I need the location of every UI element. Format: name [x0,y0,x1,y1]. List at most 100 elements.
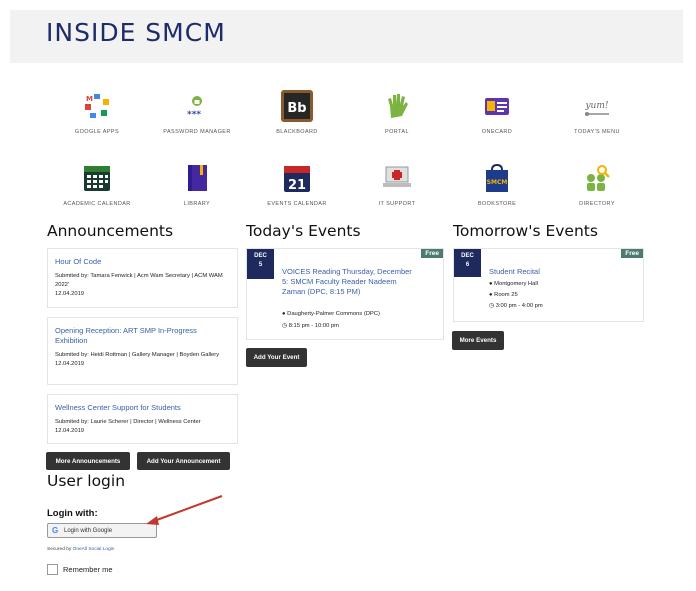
event-location-text: Daugherty-Palmer Commons (DPC) [287,311,380,317]
blackboard-icon: Bb [281,90,313,122]
svg-text:21: 21 [288,178,306,193]
announcement-meta: Submited by: Heidi Rottman | Gallery Man… [55,352,220,358]
event-time: ◷ 8:15 pm - 10:00 pm [282,323,339,329]
remember-me-row: Remember me [47,564,113,575]
svg-text:Bb: Bb [287,101,306,116]
event-month: DEC [461,253,474,259]
announcement-title-link[interactable]: Hour Of Code [55,257,230,267]
announcement-card: Wellness Center Support for Students Sub… [47,394,238,444]
app-onecard[interactable]: ONECARD [447,90,547,137]
library-book-icon [181,162,213,194]
announcement-date: 12.04.2019 [55,361,85,367]
directory-icon [581,162,613,194]
location-pin-icon: ● [489,281,493,287]
google-apps-icon: M [81,90,113,122]
announcement-date: 12.04.2019 [55,291,85,297]
event-month: DEC [254,253,267,259]
announcements-heading: Announcements [47,222,174,240]
announcement-card: Opening Reception: ART SMP In-Progress E… [47,317,238,385]
app-portal[interactable]: PORTAL [347,90,447,137]
announcement-title-link[interactable]: Opening Reception: ART SMP In-Progress E… [55,326,230,346]
event-time-text: 3:00 pm - 4:00 pm [495,303,543,309]
app-label: GOOGLE APPS [74,129,120,135]
login-with-label: Login with: [47,508,98,519]
location-pin-icon: ● [489,292,493,298]
portal-hand-icon [381,90,413,122]
app-blackboard[interactable]: Bb BLACKBOARD [247,90,347,137]
add-announcement-button[interactable]: Add Your Announcement [137,452,230,470]
remember-me-label: Remember me [63,565,113,574]
app-bookstore[interactable]: SMCM BOOKSTORE [447,162,547,209]
event-date-badge: DEC 6 [454,249,481,277]
clock-icon: ◷ [282,323,288,329]
app-label: TODAY'S MENU [574,129,620,135]
app-password-manager[interactable]: *** PASSWORD MANAGER [147,90,247,137]
user-login-heading: User login [47,472,126,490]
app-label: PASSWORD MANAGER [163,129,231,135]
app-library[interactable]: LIBRARY [147,162,247,209]
event-time: ◷ 3:00 pm - 4:00 pm [489,303,543,309]
bookstore-icon: SMCM [481,162,513,194]
app-events-calendar[interactable]: 21 EVENTS CALENDAR [247,162,347,209]
app-label: LIBRARY [183,201,211,207]
clock-icon: ◷ [489,303,495,309]
google-button-label: Login with Google [64,527,113,534]
add-event-button[interactable]: Add Your Event [246,348,307,367]
event-room-text: Room 25 [494,292,518,298]
onecard-icon [481,90,513,122]
announcement-title-link[interactable]: Wellness Center Support for Students [55,403,230,413]
app-directory[interactable]: DIRECTORY [547,162,647,209]
app-label: IT SUPPORT [378,201,416,207]
today-event-card: DEC 5 Free VOICES Reading Thursday, Dece… [246,248,444,340]
app-label: BLACKBOARD [276,129,318,135]
tomorrow-event-card: DEC 6 Free Student Recital ● Montgomery … [453,248,644,322]
svg-text:M: M [86,95,93,103]
password-manager-icon: *** [181,90,213,122]
location-pin-icon: ● [282,311,286,317]
more-announcements-button[interactable]: More Announcements [46,452,130,470]
app-label: DIRECTORY [579,201,615,207]
secured-prefix: Secured by [47,547,72,552]
app-google-apps[interactable]: M GOOGLE APPS [47,90,147,137]
announcement-date: 12.04.2019 [55,428,85,434]
google-g-icon: G [52,526,59,535]
remember-me-checkbox[interactable] [47,564,58,575]
site-title[interactable]: INSIDE SMCM [46,18,226,47]
it-support-icon [381,162,413,194]
secured-by-text: Secured by OneAll Social Login [47,547,114,552]
event-day: 6 [465,262,470,268]
announcement-card: Hour Of Code Submited by: Tamara Fenwick… [47,248,238,308]
app-label: EVENTS CALENDAR [267,201,327,207]
announcement-meta: Submited by: Tamara Fenwick | Acm Wam Se… [55,273,223,288]
app-label: ONECARD [481,129,513,135]
announcement-meta: Submited by: Laurie Scherer | Director |… [55,419,201,425]
event-title-link[interactable]: VOICES Reading Thursday, December 5: SMC… [282,267,412,297]
todays-events-heading: Today's Events [246,222,361,240]
event-day: 5 [258,262,263,268]
oneall-link[interactable]: OneAll Social Login [73,547,115,552]
event-room: ● Room 25 [489,292,518,298]
event-location: ● Daugherty-Palmer Commons (DPC) [282,311,380,317]
more-events-button[interactable]: More Events [452,331,504,350]
annotation-arrow-icon [146,495,223,525]
todays-menu-icon: yum! [581,90,613,122]
event-date-badge: DEC 5 [247,249,274,279]
app-label: ACADEMIC CALENDAR [63,201,131,207]
app-it-support[interactable]: IT SUPPORT [347,162,447,209]
app-label: BOOKSTORE [477,201,517,207]
academic-calendar-icon [81,162,113,194]
app-academic-calendar[interactable]: ACADEMIC CALENDAR [47,162,147,209]
free-badge: Free [621,249,643,258]
svg-text:***: *** [187,110,201,120]
events-calendar-icon: 21 [281,162,313,194]
free-badge: Free [421,249,443,258]
site-header: INSIDE SMCM [10,10,683,63]
event-time-text: 8:15 pm - 10:00 pm [288,323,339,329]
app-label: PORTAL [385,129,409,135]
app-todays-menu[interactable]: yum! TODAY'S MENU [547,90,647,137]
svg-text:yum!: yum! [584,101,608,111]
svg-text:SMCM: SMCM [487,179,508,186]
event-location-text: Montgomery Hall [494,281,538,287]
event-location: ● Montgomery Hall [489,281,538,287]
event-title-link[interactable]: Student Recital [489,267,619,277]
